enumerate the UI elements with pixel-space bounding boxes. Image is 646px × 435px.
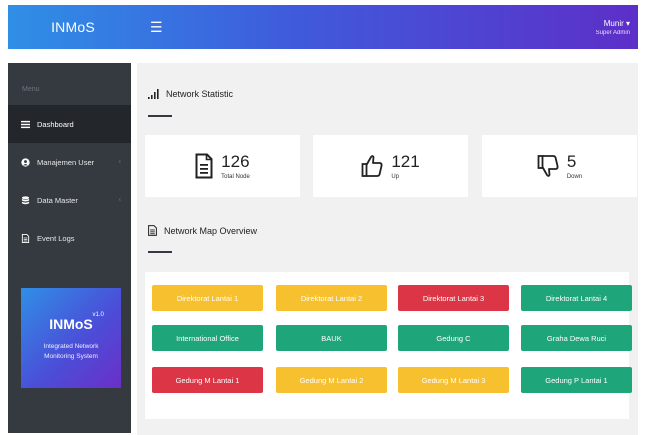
chevron-left-icon: ‹ [118, 158, 121, 166]
down-label: Down [566, 173, 583, 180]
list-icon [21, 120, 30, 128]
total-node-label: Total Node [221, 173, 250, 180]
up-value: 121 [391, 151, 420, 171]
user-role: Super Admin [595, 29, 630, 36]
document-icon [195, 153, 213, 179]
map-button-gedung-p-lantai-1[interactable]: Gedung P Lantai 1 [521, 367, 632, 393]
promo-title-text: INMoS [49, 316, 93, 332]
down-value: 5 [566, 151, 577, 171]
network-map-panel: Direktorat Lantai 1 Direktorat Lantai 2 … [145, 272, 632, 419]
map-button-gedung-m-lantai-1[interactable]: Gedung M Lantai 1 [152, 367, 263, 393]
map-button-direktorat-lantai-3[interactable]: Direktorat Lantai 3 [398, 285, 509, 311]
promo-title: INMoS v1.0 [49, 312, 104, 332]
map-button-direktorat-lantai-2[interactable]: Direktorat Lantai 2 [276, 285, 387, 311]
database-icon [21, 195, 30, 204]
user-icon [21, 157, 30, 167]
stat-card-total-node: 126 Total Node [145, 135, 300, 197]
stat-card-up: 121 Up [313, 135, 468, 197]
map-button-direktorat-lantai-4[interactable]: Direktorat Lantai 4 [521, 285, 632, 311]
promo-line-1: Integrated Network [43, 343, 99, 350]
top-navbar: INMoS ☰ Munir ▾ Super Admin [8, 5, 638, 49]
map-button-gedung-c[interactable]: Gedung C [398, 325, 509, 351]
brand-logo[interactable]: INMoS [8, 19, 138, 35]
hamburger-menu-icon[interactable]: ☰ [150, 20, 163, 34]
sidebar-item-data-master[interactable]: Data Master ‹ [8, 181, 131, 219]
map-button-graha-dewa-ruci[interactable]: Graha Dewa Ruci [521, 325, 632, 351]
file-icon [21, 233, 30, 243]
map-button-gedung-m-lantai-2[interactable]: Gedung M Lantai 2 [276, 367, 387, 393]
user-menu[interactable]: Munir ▾ Super Admin [596, 19, 630, 36]
signal-bars-icon [148, 89, 159, 99]
map-button-bauk[interactable]: BAUK [276, 325, 387, 351]
up-label: Up [391, 173, 399, 180]
sidebar-item-dashboard[interactable]: Dashboard [8, 105, 131, 143]
sidebar-item-label: Event Logs [37, 233, 75, 243]
map-button-gedung-m-lantai-3[interactable]: Gedung M Lantai 3 [398, 367, 509, 393]
sidebar-heading: Menu [22, 86, 40, 93]
chevron-left-icon: ‹ [118, 196, 121, 204]
map-button-international-office[interactable]: International Office [152, 325, 263, 351]
main-content: Network Statistic 126 Total Node 121 Up … [137, 63, 638, 435]
total-node-value: 126 [221, 151, 250, 171]
app-info-card: INMoS v1.0 Integrated Network Monitoring … [21, 288, 121, 388]
section-divider [148, 251, 172, 253]
thumbs-down-icon [537, 155, 559, 177]
section-divider [148, 115, 172, 117]
sidebar-item-manajemen-user[interactable]: Manajemen User ‹ [8, 143, 131, 181]
map-button-direktorat-lantai-1[interactable]: Direktorat Lantai 1 [152, 285, 263, 311]
network-statistic-heading: Network Statistic [148, 89, 233, 99]
sidebar-item-event-logs[interactable]: Event Logs [8, 219, 131, 257]
sidebar-item-label: Manajemen User [37, 157, 95, 167]
sidebar-item-label: Data Master [37, 195, 78, 205]
user-name[interactable]: Munir ▾ [596, 19, 630, 28]
network-map-heading: Network Map Overview [148, 225, 257, 236]
promo-line-2: Monitoring System [44, 353, 98, 360]
promo-description: Integrated Network Monitoring System [21, 342, 121, 362]
thumbs-up-icon [361, 155, 383, 177]
version-badge: v1.0 [92, 312, 104, 318]
sidebar-item-label: Dashboard [37, 119, 74, 129]
stat-card-down: 5 Down [482, 135, 637, 197]
file-icon [148, 225, 157, 236]
section-title-text: Network Map Overview [164, 225, 258, 236]
sidebar: Menu Dashboard Manajemen User ‹ Data Mas… [8, 63, 131, 433]
section-title-text: Network Statistic [166, 89, 234, 99]
